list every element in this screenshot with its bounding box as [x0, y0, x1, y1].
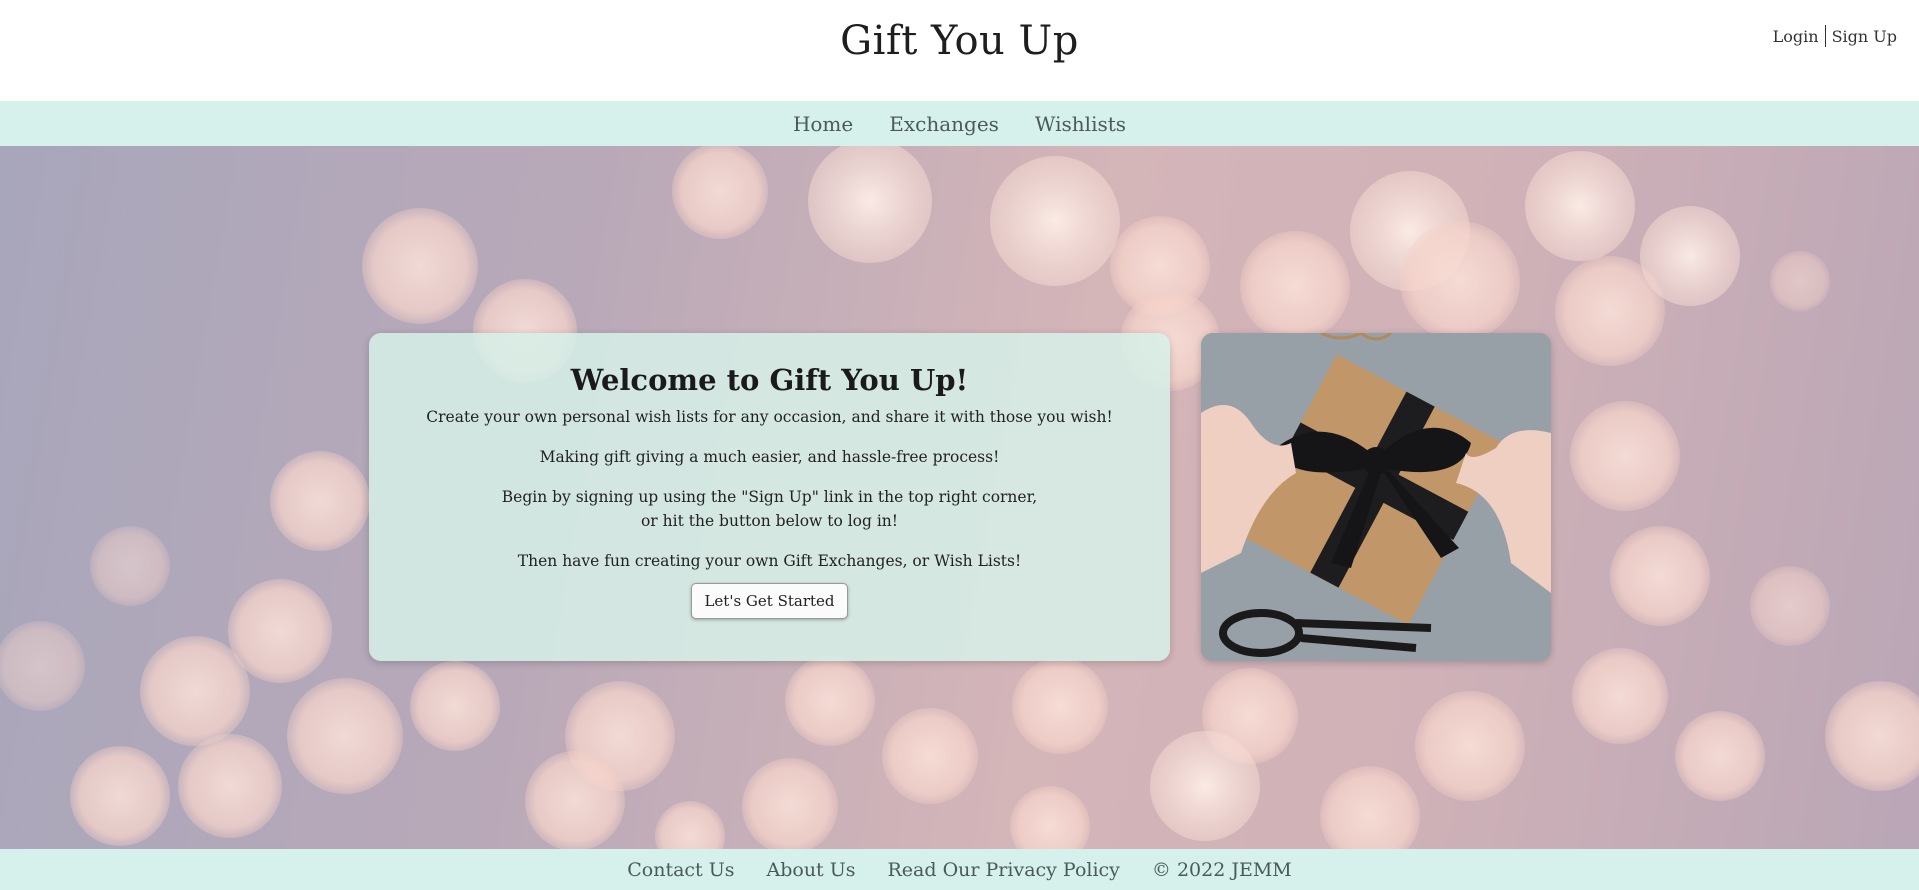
welcome-text-3b: or hit the button below to log in!	[640, 512, 899, 530]
nav-wishlists[interactable]: Wishlists	[1035, 112, 1126, 136]
signup-link[interactable]: Sign Up	[1832, 27, 1897, 46]
footer-copyright: © 2022 JEMM	[1151, 858, 1292, 881]
gift-photo	[1201, 333, 1551, 661]
welcome-text-4: Then have fun creating your own Gift Exc…	[517, 552, 1022, 570]
welcome-text-3a: Begin by signing up using the "Sign Up" …	[501, 488, 1038, 506]
footer-about-link[interactable]: About Us	[767, 859, 856, 881]
footer: Contact Us About Us Read Our Privacy Pol…	[0, 849, 1919, 890]
welcome-title: Welcome to Gift You Up!	[570, 363, 969, 397]
login-link[interactable]: Login	[1773, 27, 1819, 46]
header: Gift You Up Login Sign Up	[0, 0, 1919, 101]
auth-links: Login Sign Up	[1773, 25, 1897, 47]
footer-privacy-link[interactable]: Read Our Privacy Policy	[888, 859, 1120, 881]
welcome-text-1: Create your own personal wish lists for …	[426, 408, 1113, 426]
welcome-text-2: Making gift giving a much easier, and ha…	[539, 448, 1000, 466]
footer-contact-link[interactable]: Contact Us	[627, 859, 734, 881]
nav-home[interactable]: Home	[793, 112, 853, 136]
welcome-card: Welcome to Gift You Up! Create your own …	[369, 333, 1170, 661]
get-started-button[interactable]: Let's Get Started	[691, 583, 848, 619]
main-nav: Home Exchanges Wishlists	[0, 101, 1919, 146]
site-title: Gift You Up	[840, 18, 1079, 64]
gift-wrapping-image	[1201, 333, 1551, 661]
auth-divider	[1824, 25, 1826, 47]
nav-exchanges[interactable]: Exchanges	[889, 112, 999, 136]
